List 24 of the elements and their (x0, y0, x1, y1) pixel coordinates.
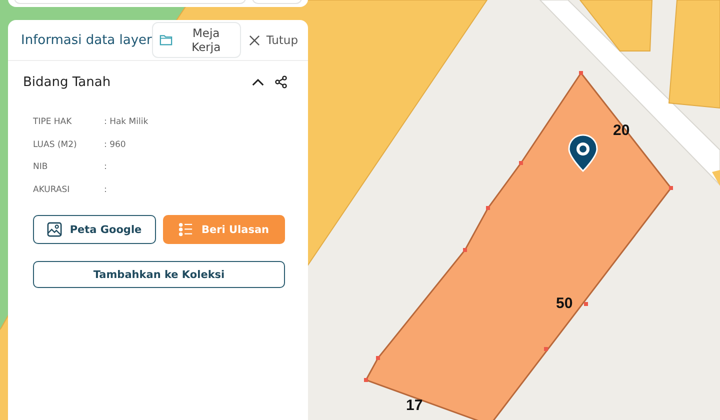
panel-title: Informasi data layer (21, 32, 152, 48)
attribute-label: TIPE HAK (33, 117, 73, 128)
add-to-collection-button[interactable]: Tambahkan ke Koleksi (33, 261, 285, 288)
attribute-value: : 960 (104, 140, 127, 150)
share-icon[interactable] (274, 75, 288, 89)
attribute-value: : (104, 184, 108, 195)
attribute-label: NIB (33, 162, 49, 172)
dimension-label: 50 (556, 296, 573, 311)
dimension-label: 20 (613, 123, 630, 138)
workspace-button[interactable]: Meja Kerja (152, 22, 242, 58)
attribute-label: LUAS (M2) (33, 140, 78, 150)
list-icon (178, 222, 194, 237)
chevron-up-icon[interactable] (252, 78, 264, 86)
location-pin-icon[interactable] (566, 133, 600, 173)
folder-icon (158, 34, 173, 46)
close-button[interactable]: Tutup (249, 33, 298, 47)
close-icon (249, 34, 260, 46)
map-button[interactable]: Peta Google (33, 215, 156, 244)
section-title: Bidang Tanah (23, 74, 112, 90)
attribute-value: : Hak Milik (104, 117, 150, 128)
image-icon (46, 222, 62, 237)
dimension-label: 17 (406, 398, 423, 413)
attribute-label: AKURASI (33, 184, 71, 195)
attribute-value: : (104, 162, 108, 172)
